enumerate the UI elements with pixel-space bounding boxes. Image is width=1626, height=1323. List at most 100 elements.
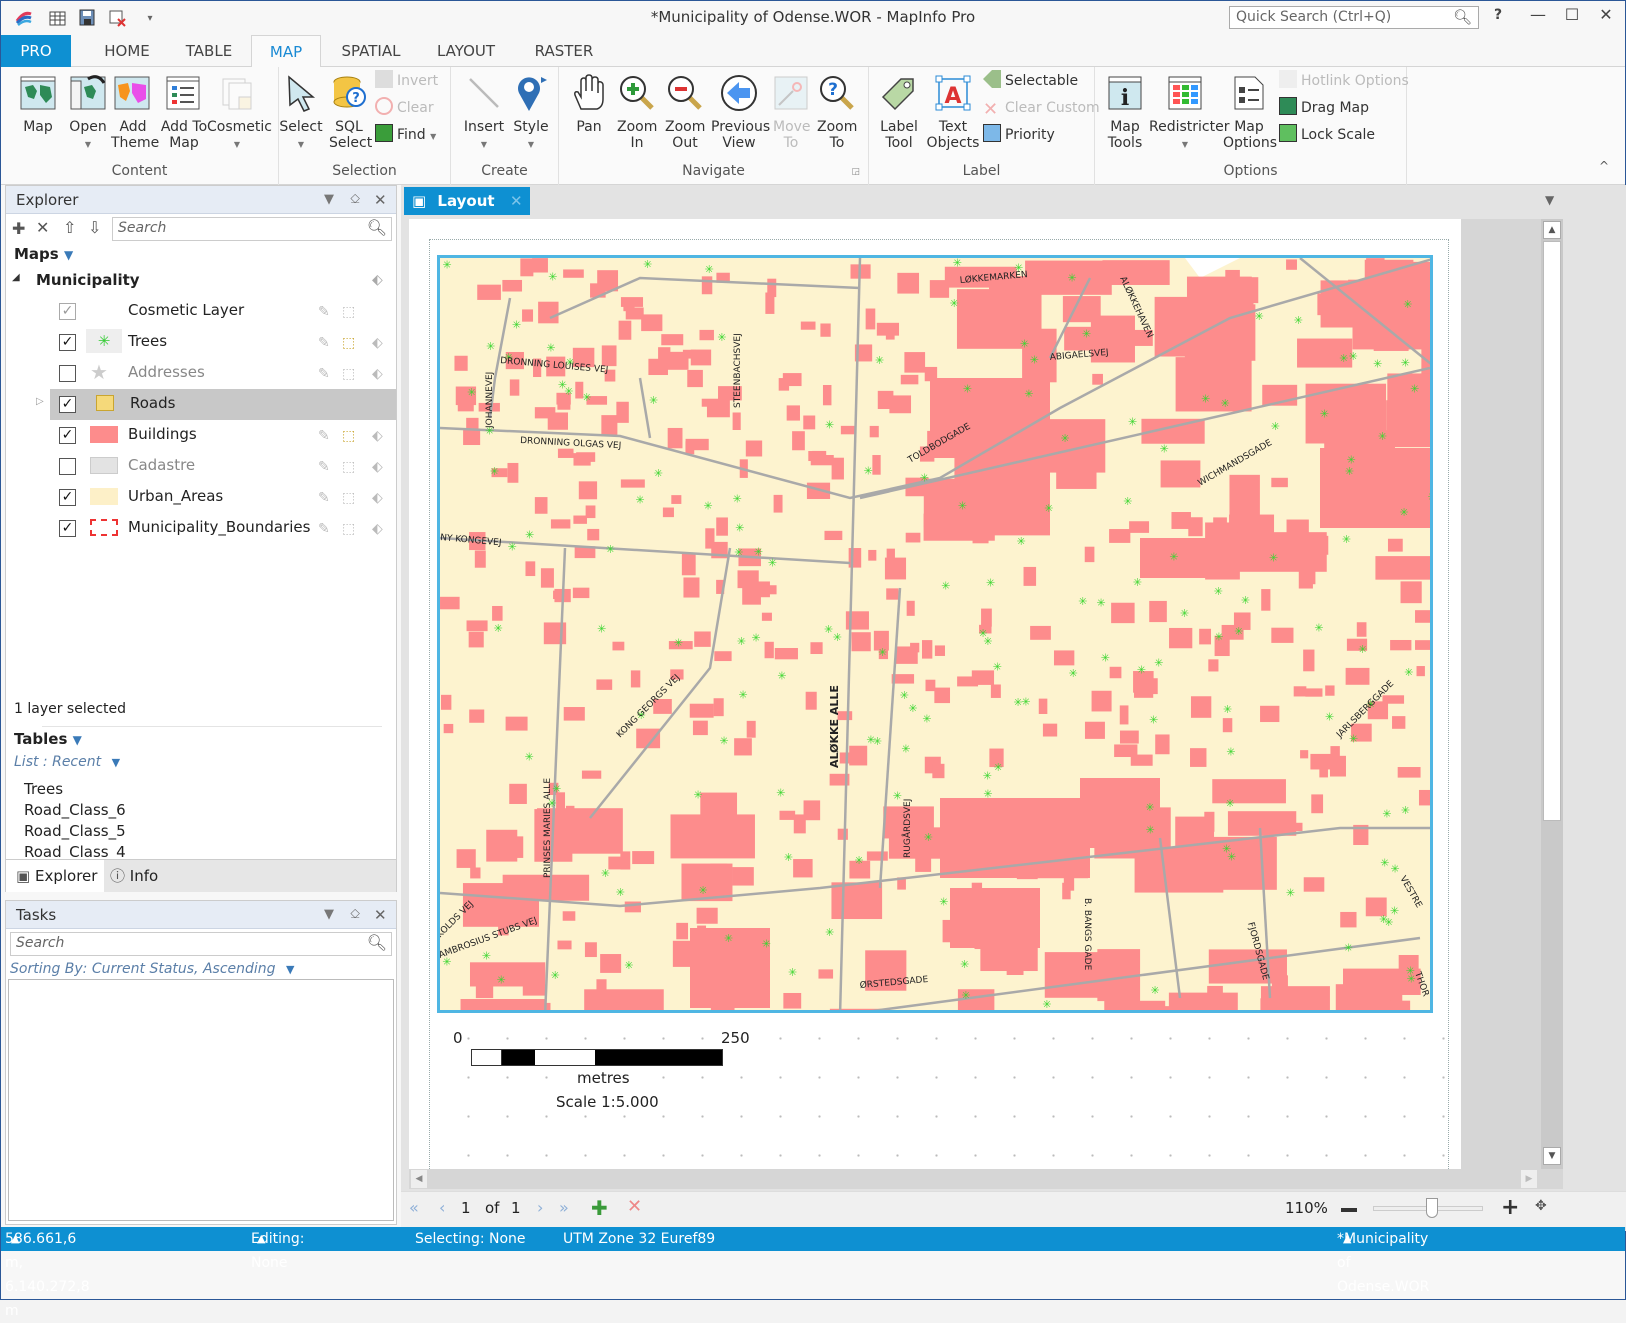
layer-visibility-checkbox[interactable]	[59, 458, 76, 475]
scroll-right-icon[interactable]: ▶	[1521, 1170, 1537, 1188]
last-page-icon[interactable]: »	[559, 1198, 569, 1217]
edit-pencil-icon[interactable]: ✎	[318, 428, 330, 444]
table-item[interactable]: Trees	[24, 780, 63, 798]
tab-pro[interactable]: PRO	[1, 35, 71, 67]
map-name[interactable]: Municipality	[36, 271, 140, 289]
edit-pencil-icon[interactable]: ✎	[318, 459, 330, 475]
delete-page-icon[interactable]: ✕	[627, 1196, 642, 1217]
text-objects-button[interactable]: A Text Objects	[925, 71, 981, 151]
fit-page-icon[interactable]: ✥	[1535, 1198, 1547, 1214]
next-page-icon[interactable]: ›	[537, 1198, 543, 1217]
layer-visibility-checkbox[interactable]: ✓	[59, 396, 76, 413]
layout-tab[interactable]: ▣ Layout ✕	[404, 187, 530, 215]
edit-pencil-icon[interactable]: ✎	[318, 335, 330, 351]
map-tools-button[interactable]: i Map Tools	[1103, 71, 1147, 151]
edit-pencil-icon[interactable]: ✎	[318, 521, 330, 537]
layer-row-urban-areas[interactable]: ✓ Urban_Areas ✎ ⬚ ⬖	[6, 482, 398, 513]
map-frame[interactable]: ✳ ✳ ✳ ✳ ✳ ✳ ✳ ✳ ✳ ✳ ✳ ✳ ✳ ✳ ✳ ✳ ✳ ✳ ✳ ✳ ✳ ✳ ✳ ✳ ✳ ✳ ✳ ✳ ✳ ✳ ✳ ✳ ✳ ✳ ✳ ✳ ✳ ✳ ✳ ✳…	[437, 255, 1433, 1013]
select-button[interactable]: Select ▼	[279, 71, 323, 153]
selectable-icon[interactable]: ⬚	[342, 459, 355, 475]
layer-visibility-checkbox[interactable]: ✓	[59, 520, 76, 537]
label-toggle-icon[interactable]: ⬖	[372, 428, 383, 444]
layer-visibility-checkbox[interactable]: ✓	[59, 334, 76, 351]
explorer-search-input[interactable]: Search 🔍︎	[112, 217, 392, 241]
table-item[interactable]: Road_Class_5	[24, 822, 126, 840]
add-to-map-button[interactable]: Add To Map	[159, 71, 207, 151]
pin-icon[interactable]: ⎐	[350, 901, 360, 929]
expand-triangle-icon[interactable]: ▷	[36, 396, 44, 407]
selectable-icon[interactable]: ⬚	[342, 521, 355, 537]
layer-visibility-checkbox[interactable]: ✓	[59, 489, 76, 506]
previous-view-button[interactable]: Previous View	[711, 71, 770, 151]
move-to-button[interactable]: Move To	[769, 71, 813, 151]
table-item[interactable]: Road_Class_6	[24, 801, 126, 819]
layer-row-roads[interactable]: ▷ ✓ Roads	[36, 389, 396, 420]
tab-home[interactable]: HOME	[87, 35, 167, 67]
remove-layer-icon[interactable]: ✕	[36, 218, 49, 237]
scroll-thumb[interactable]	[1543, 241, 1561, 821]
add-layer-icon[interactable]: ✚	[12, 219, 25, 238]
map-button[interactable]: Map	[13, 71, 63, 135]
lock-scale-button[interactable]: Lock Scale	[1279, 124, 1375, 146]
invert-button[interactable]: Invert	[375, 70, 438, 92]
edit-pencil-icon[interactable]: ✎	[318, 304, 330, 320]
selectable-icon[interactable]: ⬚	[342, 366, 355, 382]
maps-heading[interactable]: Maps ▼	[14, 245, 73, 263]
layer-visibility-checkbox[interactable]: ✓	[59, 303, 76, 320]
dialog-launcher-icon[interactable]: ◲	[851, 167, 860, 177]
tab-spatial[interactable]: SPATIAL	[329, 35, 413, 67]
layer-visibility-checkbox[interactable]	[59, 365, 76, 382]
close-button[interactable]: ✕	[1591, 5, 1621, 31]
tab-table[interactable]: TABLE	[171, 35, 247, 67]
zoom-to-button[interactable]: ? Zoom To	[815, 71, 859, 151]
close-icon[interactable]: ✕	[374, 186, 387, 214]
layer-row-cadastre[interactable]: Cadastre ✎ ⬚ ⬖	[6, 451, 398, 482]
scroll-left-icon[interactable]: ◀	[411, 1170, 427, 1188]
cosmetic-button[interactable]: Cosmetic ▼	[207, 71, 272, 153]
document-list-icon[interactable]: ▼	[1545, 193, 1554, 207]
pin-icon[interactable]: ⎐	[350, 186, 360, 214]
minimize-button[interactable]: —	[1523, 5, 1553, 31]
zoom-slider[interactable]	[1373, 1198, 1483, 1218]
label-toggle-icon[interactable]: ⬖	[372, 366, 383, 382]
style-button[interactable]: Style ▼	[509, 71, 553, 153]
label-tool-button[interactable]: Label Tool	[877, 71, 921, 151]
label-toggle-icon[interactable]: ⬖	[372, 490, 383, 506]
table-item[interactable]: Road_Class_4	[24, 843, 126, 858]
tasks-search-input[interactable]: Search 🔍︎	[10, 932, 392, 956]
drag-map-button[interactable]: Drag Map	[1279, 97, 1369, 119]
move-down-icon[interactable]: ⇩	[88, 218, 101, 237]
label-toggle-icon[interactable]: ⬖	[372, 335, 383, 351]
zoom-slider-thumb[interactable]	[1425, 1198, 1438, 1218]
layer-visibility-checkbox[interactable]: ✓	[59, 427, 76, 444]
horizontal-scrollbar[interactable]: ◀ ▶	[409, 1169, 1563, 1189]
close-tab-icon[interactable]: ✕	[510, 187, 523, 215]
scroll-up-icon[interactable]: ▲	[1543, 221, 1561, 239]
zoom-out-icon[interactable]	[1341, 1208, 1357, 1212]
priority-button[interactable]: Priority	[983, 124, 1055, 146]
list-mode-dropdown[interactable]: List : Recent ▼	[14, 754, 120, 770]
pan-button[interactable]: Pan	[567, 71, 611, 135]
current-page[interactable]: 1	[461, 1199, 471, 1217]
selectable-icon[interactable]: ⬚	[342, 428, 355, 444]
edit-pencil-icon[interactable]: ✎	[318, 366, 330, 382]
help-button[interactable]: ?	[1483, 7, 1513, 33]
scroll-down-icon[interactable]: ▼	[1543, 1147, 1561, 1165]
previous-page-icon[interactable]: ‹	[439, 1198, 445, 1217]
layer-row-municipality-boundaries[interactable]: ✓ Municipality_Boundaries ✎ ⬚ ⬖	[6, 513, 398, 544]
zoom-out-button[interactable]: Zoom Out	[663, 71, 707, 151]
first-page-icon[interactable]: «	[409, 1198, 419, 1217]
selectable-button[interactable]: Selectable	[983, 70, 1078, 92]
tables-heading[interactable]: Tables ▼	[14, 730, 82, 748]
sorting-dropdown[interactable]: Sorting By: Current Status, Ascending ▼	[10, 961, 294, 977]
label-toggle-icon[interactable]: ⬖	[372, 459, 383, 475]
zoom-in-button[interactable]: Zoom In	[615, 71, 659, 151]
selectable-icon[interactable]: ⬚	[342, 490, 355, 506]
layer-row-cosmetic[interactable]: ✓ Cosmetic Layer ✎ ⬚	[6, 296, 398, 327]
edit-pencil-icon[interactable]: ✎	[318, 490, 330, 506]
collapse-triangle-icon[interactable]: ◢	[12, 272, 20, 283]
clear-custom-button[interactable]: ✕ Clear Custom	[983, 97, 1100, 119]
insert-button[interactable]: Insert ▼	[459, 71, 509, 153]
tab-map[interactable]: MAP	[251, 35, 321, 68]
tab-raster[interactable]: RASTER	[525, 35, 603, 67]
